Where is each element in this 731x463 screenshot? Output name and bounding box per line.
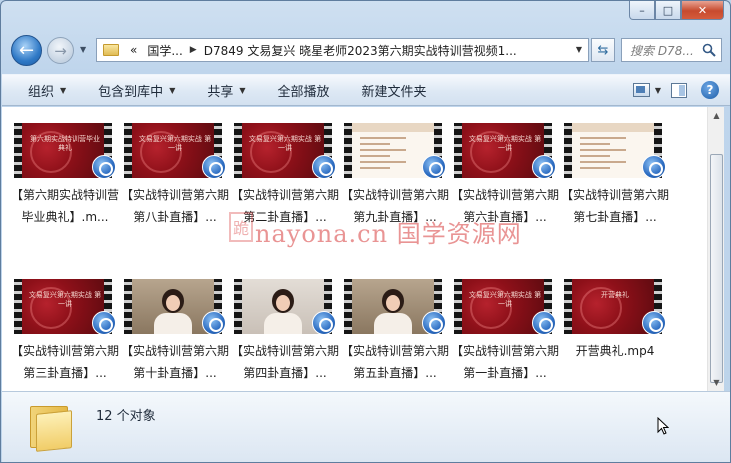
play-all-button[interactable]: 全部播放	[278, 81, 330, 100]
refresh-icon: ⇆	[597, 42, 609, 58]
minimize-button[interactable]: –	[629, 1, 655, 20]
view-controls: ▼ ?	[632, 81, 719, 99]
include-in-library-menu[interactable]: 包含到库中 ▼	[98, 81, 175, 100]
share-menu[interactable]: 共享 ▼	[207, 81, 245, 100]
file-item[interactable]: 文易复兴第六期实战 第一讲【实战特训营第六期第三卦直播】...	[8, 267, 119, 385]
item-count: 12 个对象	[96, 409, 156, 424]
media-player-icon	[202, 311, 226, 335]
breadcrumb-item[interactable]: 国学...	[142, 42, 187, 59]
thumbnail-caption: 第六期实战特训营毕业典礼	[30, 135, 100, 152]
media-player-icon	[422, 155, 446, 179]
file-item[interactable]: 【实战特训营第六期第七卦直播】...	[558, 111, 669, 229]
chevron-down-icon: ▼	[239, 85, 246, 95]
back-arrow-icon: ←	[18, 40, 35, 61]
file-item[interactable]: 【实战特训营第六期第九卦直播】...	[338, 111, 449, 229]
breadcrumb-current[interactable]: D7849 文易复兴 晓星老师2023第六期实战特训营视频1...	[199, 42, 522, 59]
thumbnail-caption: 文易复兴第六期实战 第一讲	[468, 135, 542, 152]
search-input[interactable]: 搜索 D78...	[621, 38, 722, 62]
recent-pages-dropdown[interactable]: ▼	[80, 45, 86, 54]
chevron-down-icon: ▼	[169, 85, 176, 95]
folder-icon	[30, 402, 74, 452]
file-item[interactable]: 开营典礼开营典礼.mp4	[558, 267, 668, 385]
file-item[interactable]: 【实战特训营第六期第四卦直播】...	[228, 267, 339, 385]
include-library-label: 包含到库中	[98, 84, 164, 100]
media-player-icon	[532, 311, 556, 335]
close-button[interactable]: ✕	[681, 1, 724, 20]
file-name: 【实战特训营第六期第十卦直播】...	[120, 344, 229, 380]
back-button[interactable]: ←	[11, 35, 42, 66]
scroll-up-icon[interactable]: ▲	[708, 107, 725, 124]
view-dropdown[interactable]: ▼	[655, 86, 661, 95]
media-player-icon	[642, 155, 666, 179]
watermark-seal: 跪	[229, 212, 253, 242]
address-history-dropdown[interactable]: ▼	[576, 45, 582, 54]
file-name: 【实战特训营第六期第四卦直播】...	[230, 344, 339, 380]
address-bar[interactable]: « 国学... ▶ D7849 文易复兴 晓星老师2023第六期实战特训营视频1…	[96, 38, 589, 62]
vertical-scrollbar[interactable]: ▲ ▼	[707, 107, 724, 391]
scroll-thumb[interactable]	[710, 154, 723, 383]
file-name: 【实战特训营第六期第七卦直播】...	[560, 188, 669, 224]
file-name: 【第六期实战特训营毕业典礼】.m...	[10, 188, 119, 224]
breadcrumb-separator-icon[interactable]: ▶	[188, 45, 199, 55]
refresh-button[interactable]: ⇆	[591, 38, 615, 62]
view-options-icon[interactable]	[632, 83, 650, 97]
organize-label: 组织	[28, 84, 55, 100]
media-player-icon	[532, 155, 556, 179]
media-player-icon	[92, 155, 116, 179]
forward-button[interactable]: →	[47, 37, 74, 64]
file-name: 【实战特训营第六期第一卦直播】...	[450, 344, 559, 380]
thumbnail-caption: 开营典礼	[601, 291, 629, 299]
folder-icon	[103, 44, 119, 56]
search-placeholder: 搜索 D78...	[630, 43, 694, 58]
media-player-icon	[312, 311, 336, 335]
file-item[interactable]: 文易复兴第六期实战 第一讲【实战特训营第六期第一卦直播】...	[448, 267, 559, 385]
file-name: 开营典礼.mp4	[575, 344, 655, 358]
file-item[interactable]: 【实战特训营第六期第十卦直播】...	[118, 267, 229, 385]
help-icon[interactable]: ?	[701, 81, 719, 99]
file-name: 【实战特训营第六期第五卦直播】...	[340, 344, 449, 380]
file-list: 第六期实战特训营毕业典礼 【第六期实战特训营毕业典礼】.m... 文易复兴第六期实战…	[2, 107, 707, 391]
media-player-icon	[312, 155, 336, 179]
thumbnail-caption: 文易复兴第六期实战 第一讲	[28, 291, 102, 308]
organize-menu[interactable]: 组织 ▼	[28, 81, 66, 100]
file-item[interactable]: 【实战特训营第六期第五卦直播】...	[338, 267, 449, 385]
media-player-icon	[642, 311, 666, 335]
command-bar: 组织 ▼ 包含到库中 ▼ 共享 ▼ 全部播放 新建文件夹 ▼ ?	[2, 74, 730, 106]
file-item[interactable]: 第六期实战特训营毕业典礼【第六期实战特训营毕业典礼】.m...	[8, 111, 119, 229]
file-item[interactable]: 文易复兴第六期实战 第一讲 【实战特训营第六期第六卦直播】...	[448, 111, 559, 229]
mouse-cursor-icon	[657, 417, 669, 435]
navigation-bar: ← → ▼ « 国学... ▶ D7849 文易复兴 晓星老师2023第六期实战…	[1, 29, 730, 71]
forward-arrow-icon: →	[54, 41, 67, 60]
chevron-down-icon: ▼	[60, 85, 67, 95]
details-pane: 12 个对象	[2, 391, 730, 462]
thumbnail-caption: 文易复兴第六期实战 第一讲	[468, 291, 542, 308]
file-name: 【实战特训营第六期第八卦直播】...	[120, 188, 229, 224]
caption-buttons: – □ ✕	[629, 1, 724, 21]
search-icon[interactable]	[702, 43, 716, 57]
share-label: 共享	[207, 84, 234, 100]
preview-pane-icon[interactable]	[671, 82, 687, 98]
media-player-icon	[92, 311, 116, 335]
scroll-down-icon[interactable]: ▼	[708, 374, 725, 391]
new-folder-button[interactable]: 新建文件夹	[362, 81, 427, 100]
breadcrumb-overflow[interactable]: «	[125, 43, 142, 57]
media-player-icon	[202, 155, 226, 179]
file-item[interactable]: 文易复兴第六期实战 第一讲【实战特训营第六期第八卦直播】...	[118, 111, 229, 229]
thumbnail-caption: 文易复兴第六期实战 第一讲	[248, 135, 322, 152]
media-player-icon	[422, 311, 446, 335]
maximize-button[interactable]: □	[655, 1, 681, 20]
file-name: 【实战特训营第六期第三卦直播】...	[10, 344, 119, 380]
thumbnail-caption: 文易复兴第六期实战 第一讲	[138, 135, 212, 152]
watermark-text: nayona.cn 国学资源网	[255, 220, 522, 248]
